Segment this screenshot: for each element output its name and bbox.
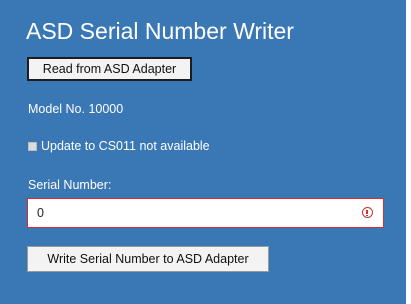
error-icon [362, 207, 373, 218]
model-number-text: Model No. 10000 [28, 102, 124, 116]
update-status-label: Update to CS011 not available [41, 139, 210, 153]
serial-number-label: Serial Number: [28, 178, 112, 192]
writer-panel: ASD Serial Number Writer Read from ASD A… [0, 0, 406, 304]
page-title: ASD Serial Number Writer [26, 18, 294, 44]
serial-number-input[interactable] [28, 199, 348, 227]
read-from-adapter-button[interactable]: Read from ASD Adapter [27, 57, 192, 81]
update-checkbox[interactable] [28, 141, 37, 151]
serial-number-field-wrapper [27, 198, 384, 228]
update-status: Update to CS011 not available [28, 139, 210, 153]
write-serial-number-button[interactable]: Write Serial Number to ASD Adapter [27, 246, 269, 272]
